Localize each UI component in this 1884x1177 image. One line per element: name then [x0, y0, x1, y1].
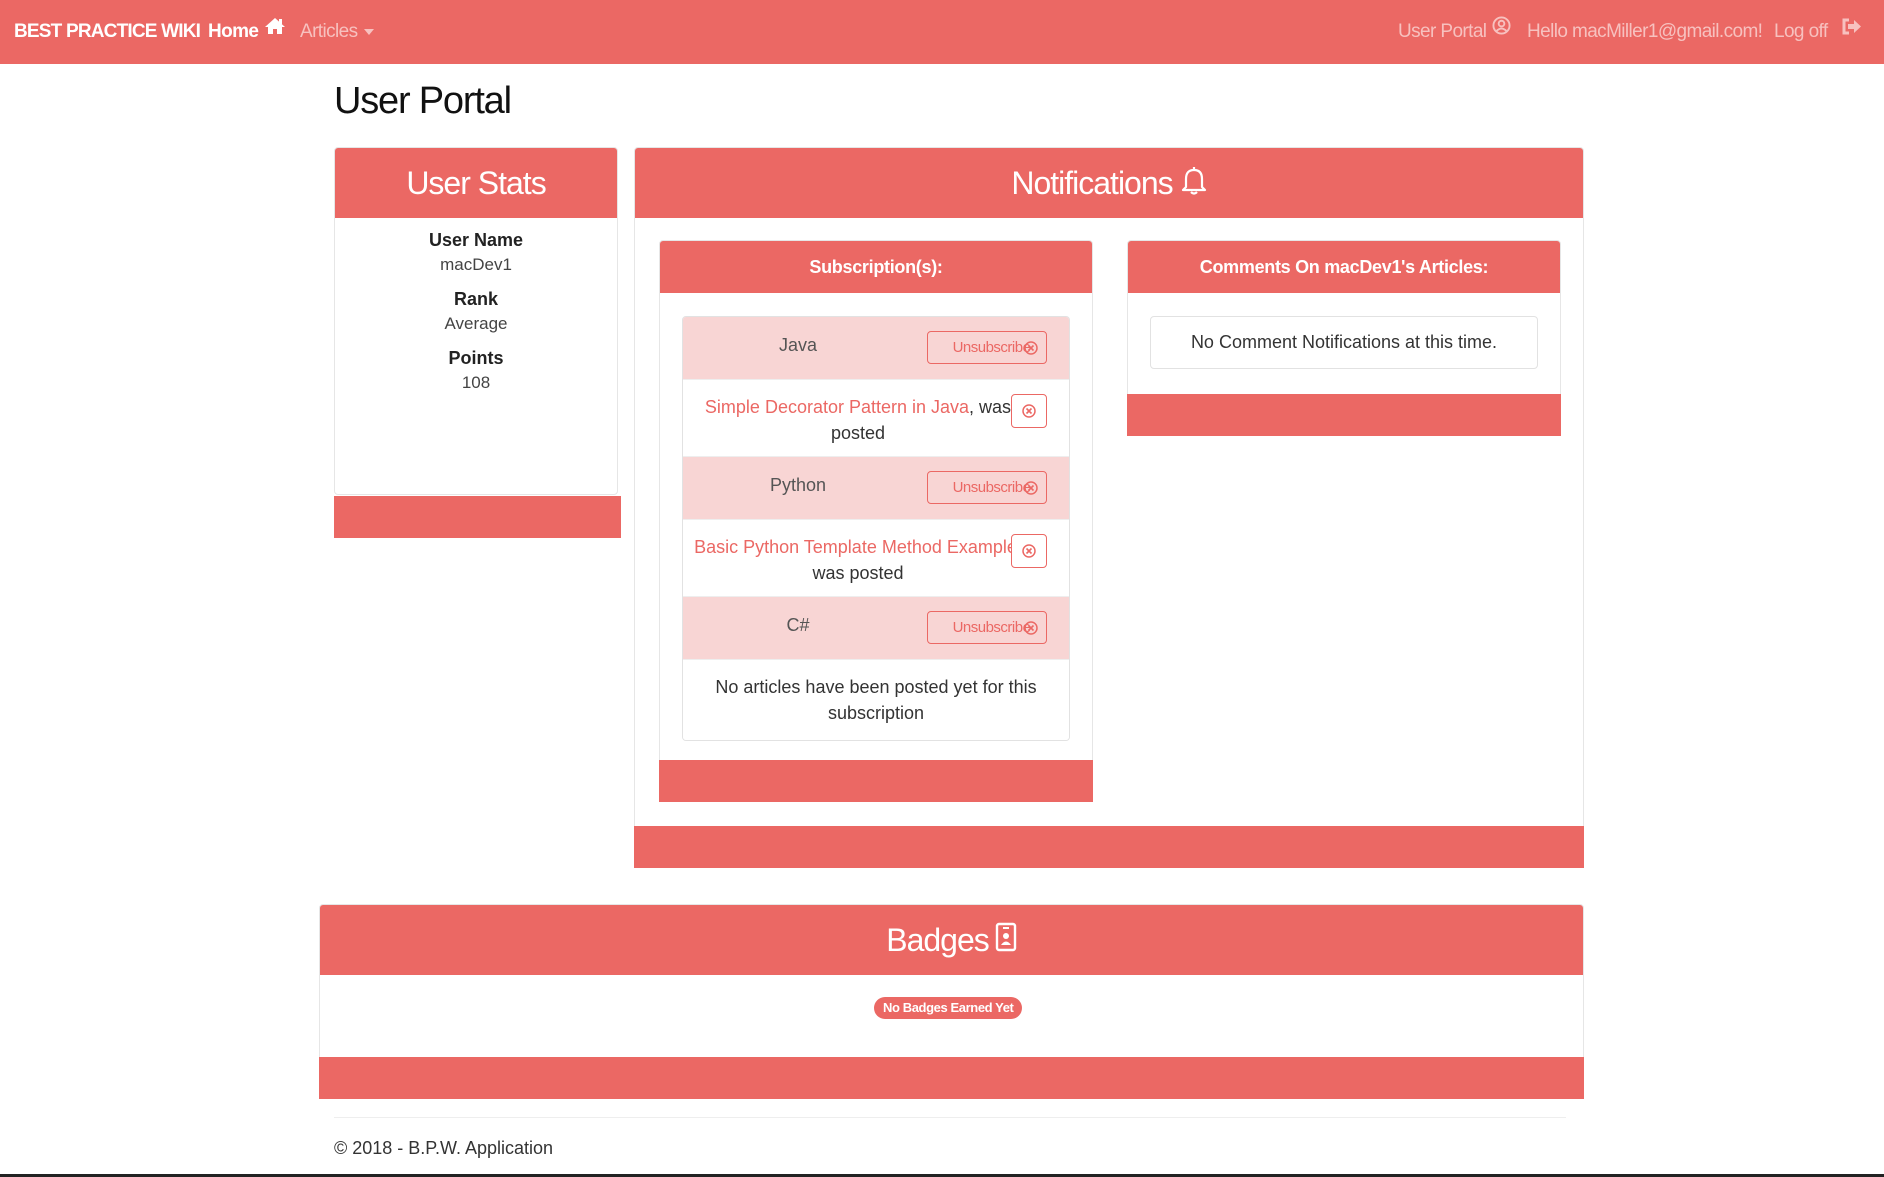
nav-articles-label: Articles	[300, 21, 358, 43]
user-stats-body: User Name macDev1 Rank Average Points 10…	[335, 218, 617, 393]
nav-articles-dropdown[interactable]: Articles	[300, 0, 374, 64]
unsubscribe-label: Unsubscribe	[952, 479, 1031, 496]
nav-home-link[interactable]: Home	[208, 0, 286, 64]
nav-greeting-link[interactable]: Hello macMiller1@gmail.com!	[1527, 0, 1763, 64]
nav-user-portal-link[interactable]: User Portal	[1398, 0, 1511, 64]
id-badge-icon	[995, 906, 1017, 976]
badges-header: Badges	[320, 905, 1583, 975]
nav-home-label: Home	[208, 21, 259, 43]
x-circle-icon	[1024, 341, 1038, 355]
bell-icon	[1181, 149, 1207, 219]
no-articles-message: No articles have been posted yet for thi…	[683, 660, 1069, 740]
unsubscribe-button[interactable]: Unsubscribe	[927, 611, 1047, 644]
x-circle-icon	[1022, 544, 1036, 558]
stat-points-label: Points	[448, 348, 504, 368]
unsubscribe-label: Unsubscribe	[952, 339, 1031, 356]
nav-logoff-label: Log off	[1774, 21, 1828, 43]
unsubscribe-button[interactable]: Unsubscribe	[927, 331, 1047, 364]
notifications-title: Notifications	[1011, 165, 1173, 201]
x-circle-icon	[1022, 404, 1036, 418]
subscription-name: Python	[769, 475, 827, 495]
footer-divider	[334, 1117, 1566, 1118]
subscription-row: Java Unsubscribe	[683, 317, 1069, 380]
badges-title: Badges	[886, 922, 990, 958]
dismiss-notification-button[interactable]	[1011, 534, 1047, 568]
badges-card: Badges No Badges Earned Yet	[319, 904, 1584, 1099]
x-circle-icon	[1024, 621, 1038, 635]
subscriptions-list: Java Unsubscribe Simple Decorator Patter…	[682, 316, 1070, 741]
page-title: User Portal	[334, 80, 512, 122]
article-notification-row: Simple Decorator Pattern in Java, was po…	[683, 380, 1069, 457]
article-link[interactable]: Basic Python Template Method Example	[694, 537, 1017, 557]
subscriptions-footer	[659, 760, 1093, 802]
stat-points-value: 108	[461, 373, 491, 392]
caret-down-icon	[363, 0, 374, 62]
article-link[interactable]: Simple Decorator Pattern in Java	[705, 397, 969, 417]
comments-title: Comments On macDev1's Articles:	[1128, 241, 1560, 293]
no-comments-message: No Comment Notifications at this time.	[1150, 316, 1538, 369]
notifications-footer	[634, 826, 1584, 868]
nav-user-portal-label: User Portal	[1398, 21, 1487, 43]
subscriptions-title: Subscription(s):	[660, 241, 1092, 293]
comments-card: Comments On macDev1's Articles: No Comme…	[1127, 240, 1561, 436]
stat-rank-value: Average	[444, 314, 508, 333]
stat-username-value: macDev1	[440, 255, 512, 274]
subscriptions-card: Subscription(s): Java Unsubscribe Simple…	[659, 240, 1093, 802]
user-stats-card: User Stats User Name macDev1 Rank Averag…	[334, 147, 621, 538]
unsubscribe-button[interactable]: Unsubscribe	[927, 471, 1047, 504]
sign-out-icon	[1842, 0, 1862, 62]
badges-footer	[319, 1057, 1584, 1099]
comments-footer	[1127, 394, 1561, 436]
stat-username-label: User Name	[428, 230, 524, 250]
article-notification-row: Basic Python Template Method Example, wa…	[683, 520, 1069, 597]
dismiss-notification-button[interactable]	[1011, 394, 1047, 428]
subscription-name: Java	[778, 335, 818, 355]
home-icon	[264, 0, 286, 62]
subscription-row: Python Unsubscribe	[683, 457, 1069, 520]
subscription-name: C#	[786, 615, 810, 635]
no-badges-pill: No Badges Earned Yet	[874, 997, 1023, 1019]
unsubscribe-label: Unsubscribe	[952, 619, 1031, 636]
subscription-row: C# Unsubscribe	[683, 597, 1069, 660]
user-stats-footer	[334, 496, 621, 538]
notifications-card: Notifications Subscription(s): Java Unsu…	[634, 147, 1584, 868]
article-notification-text: Simple Decorator Pattern in Java, was po…	[693, 394, 1023, 446]
nav-logoff-link[interactable]: Log off	[1774, 0, 1862, 64]
notifications-header: Notifications	[635, 148, 1583, 218]
user-stats-title: User Stats	[335, 148, 617, 218]
stat-rank-label: Rank	[453, 289, 498, 309]
navbar: BEST PRACTICE WIKI Home Articles User Po…	[0, 0, 1884, 64]
footer-copyright: © 2018 - B.P.W. Application	[334, 1138, 554, 1158]
user-circle-icon	[1492, 0, 1511, 62]
article-notification-text: Basic Python Template Method Example, wa…	[693, 534, 1023, 586]
brand-link[interactable]: BEST PRACTICE WIKI	[14, 0, 201, 64]
x-circle-icon	[1024, 481, 1038, 495]
